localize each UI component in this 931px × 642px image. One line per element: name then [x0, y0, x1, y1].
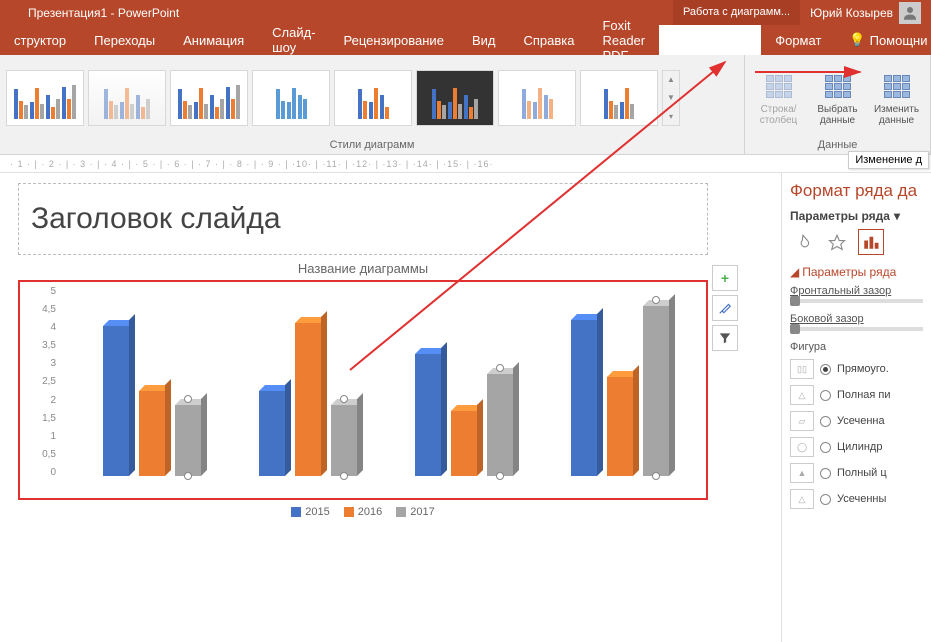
collapse-arrow-icon: ◢	[790, 265, 799, 279]
chart-object[interactable]: Название диаграммы 00,511,522,533,544,55…	[18, 261, 708, 561]
horizontal-ruler: · 1 · | · 2 · | · 3 · | · 4 · | · 5 · | …	[0, 155, 931, 173]
y-axis-labels: 00,511,522,533,544,55	[26, 286, 56, 478]
gap-depth-slider[interactable]	[790, 299, 923, 303]
tab-design[interactable]: Конструктор	[659, 25, 761, 55]
group-data: Строка/ столбец Выбрать данные Изменить …	[745, 55, 931, 154]
slide-title-text: Заголовок слайда	[31, 202, 695, 236]
tab-slideshow[interactable]: Слайд-шоу	[258, 25, 329, 55]
shape-radio-3[interactable]: ◯Цилиндр	[790, 437, 923, 457]
fill-line-icon[interactable]	[790, 229, 816, 255]
chart-style-5[interactable]	[334, 70, 412, 126]
shape-radio-0[interactable]: ▯▯Прямоуго.	[790, 359, 923, 379]
chart-plot-area[interactable]: 00,511,522,533,544,55	[18, 280, 708, 500]
edit-data-button[interactable]: Изменить данные	[869, 68, 924, 128]
edit-data-tooltip: Изменение д	[848, 151, 929, 169]
select-data-button[interactable]: Выбрать данные	[810, 68, 865, 128]
chart-style-8[interactable]	[580, 70, 658, 126]
slide-title-placeholder[interactable]: Заголовок слайда	[18, 183, 708, 255]
legend-item[interactable]: 2016	[344, 506, 382, 518]
slide-canvas[interactable]: Заголовок слайда Название диаграммы 00,5…	[0, 173, 781, 642]
group-chart-styles: ▲▼▾ Стили диаграмм	[0, 55, 745, 154]
edit-data-icon	[881, 70, 913, 102]
chart-style-2[interactable]	[88, 70, 166, 126]
chart-style-7[interactable]	[498, 70, 576, 126]
tab-tell-me[interactable]: 💡Помощни	[835, 25, 931, 55]
series-options-dropdown[interactable]: Параметры ряда ▾	[790, 209, 923, 223]
gap-width-slider[interactable]	[790, 327, 923, 331]
tab-file-partial[interactable]: структор	[0, 25, 80, 55]
format-pane: Изменение д Формат ряда да Параметры ряд…	[781, 173, 931, 642]
chart-style-1[interactable]	[6, 70, 84, 126]
chart-filters-button[interactable]	[712, 325, 738, 351]
tab-format[interactable]: Формат	[761, 25, 835, 55]
chart-bar[interactable]	[415, 354, 441, 476]
chart-bar[interactable]	[175, 405, 201, 476]
switch-row-column-button[interactable]: Строка/ столбец	[751, 68, 806, 128]
document-title: Презентация1 - PowerPoint	[0, 6, 179, 20]
chevron-down-icon: ▾	[894, 209, 900, 223]
switch-row-column-icon	[763, 70, 795, 102]
tab-foxit[interactable]: Foxit Reader PDF	[588, 25, 659, 55]
chart-bar[interactable]	[139, 391, 165, 476]
chart-bar[interactable]	[259, 391, 285, 476]
legend-item[interactable]: 2017	[396, 506, 434, 518]
chart-bar[interactable]	[295, 323, 321, 476]
user-avatar-icon	[899, 2, 921, 24]
chart-legend[interactable]: 2015 2016 2017	[18, 506, 708, 518]
lightbulb-icon: 💡	[849, 32, 865, 48]
chart-styles-button[interactable]	[712, 295, 738, 321]
chart-bar[interactable]	[103, 326, 129, 476]
chart-bars[interactable]	[74, 288, 698, 476]
effects-icon[interactable]	[824, 229, 850, 255]
format-pane-title: Формат ряда да	[790, 181, 923, 201]
select-data-icon	[822, 70, 854, 102]
chart-style-4[interactable]	[252, 70, 330, 126]
chart-style-3[interactable]	[170, 70, 248, 126]
tab-view[interactable]: Вид	[458, 25, 510, 55]
series-options-section[interactable]: ◢Параметры ряда	[790, 265, 923, 279]
tab-transitions[interactable]: Переходы	[80, 25, 169, 55]
chart-bar[interactable]	[331, 405, 357, 476]
contextual-tab-label: Работа с диаграмм...	[673, 0, 800, 25]
shape-label: Фигура	[790, 341, 923, 353]
tab-animation[interactable]: Анимация	[169, 25, 258, 55]
chart-bar[interactable]	[487, 374, 513, 476]
chart-styles-more[interactable]: ▲▼▾	[662, 70, 680, 126]
tab-review[interactable]: Рецензирование	[330, 25, 458, 55]
shape-radio-1[interactable]: △Полная пи	[790, 385, 923, 405]
group-label-chart-styles: Стили диаграмм	[6, 137, 738, 154]
shape-radio-4[interactable]: ▲Полный ц	[790, 463, 923, 483]
user-account[interactable]: Юрий Козырев	[800, 2, 931, 24]
chart-title[interactable]: Название диаграммы	[18, 261, 708, 276]
tab-help[interactable]: Справка	[509, 25, 588, 55]
user-name: Юрий Козырев	[810, 6, 893, 20]
chart-quick-buttons: +	[712, 265, 738, 351]
ribbon-content: ▲▼▾ Стили диаграмм Строка/ столбец Выбра…	[0, 55, 931, 155]
chart-style-6[interactable]	[416, 70, 494, 126]
gap-depth-label: Фронтальный зазор	[790, 285, 923, 297]
chart-bar[interactable]	[571, 320, 597, 476]
gap-width-label: Боковой зазор	[790, 313, 923, 325]
legend-item[interactable]: 2015	[291, 506, 329, 518]
chart-bar[interactable]	[451, 411, 477, 476]
shape-radio-2[interactable]: ▱Усеченна	[790, 411, 923, 431]
ribbon-tabs: структор Переходы Анимация Слайд-шоу Рец…	[0, 25, 931, 55]
chart-elements-button[interactable]: +	[712, 265, 738, 291]
series-options-icon[interactable]	[858, 229, 884, 255]
chart-bar[interactable]	[607, 377, 633, 476]
title-bar: Презентация1 - PowerPoint Работа с диагр…	[0, 0, 931, 25]
shape-radio-5[interactable]: △Усеченны	[790, 489, 923, 509]
chart-bar[interactable]	[643, 306, 669, 476]
